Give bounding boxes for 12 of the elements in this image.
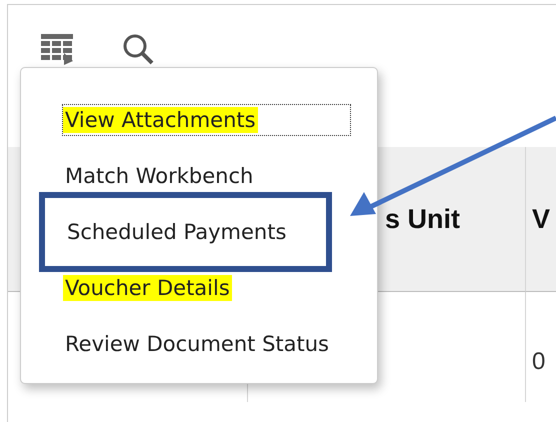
header-text: V [532, 204, 550, 234]
menu-item[interactable]: Match Workbench [63, 163, 256, 189]
menu-item[interactable]: View Attachments [63, 107, 258, 133]
header-text: s Unit [385, 204, 460, 234]
search-icon [122, 33, 156, 65]
grid-menu-button[interactable] [40, 33, 74, 65]
menu-item[interactable]: Review Document Status [63, 331, 331, 357]
cell-text: 0 [532, 348, 546, 376]
menu-item[interactable]: Voucher Details [63, 275, 232, 301]
grid-icon [40, 33, 74, 65]
search-button[interactable] [122, 33, 156, 65]
menu-item[interactable]: Scheduled Payments [65, 219, 288, 245]
